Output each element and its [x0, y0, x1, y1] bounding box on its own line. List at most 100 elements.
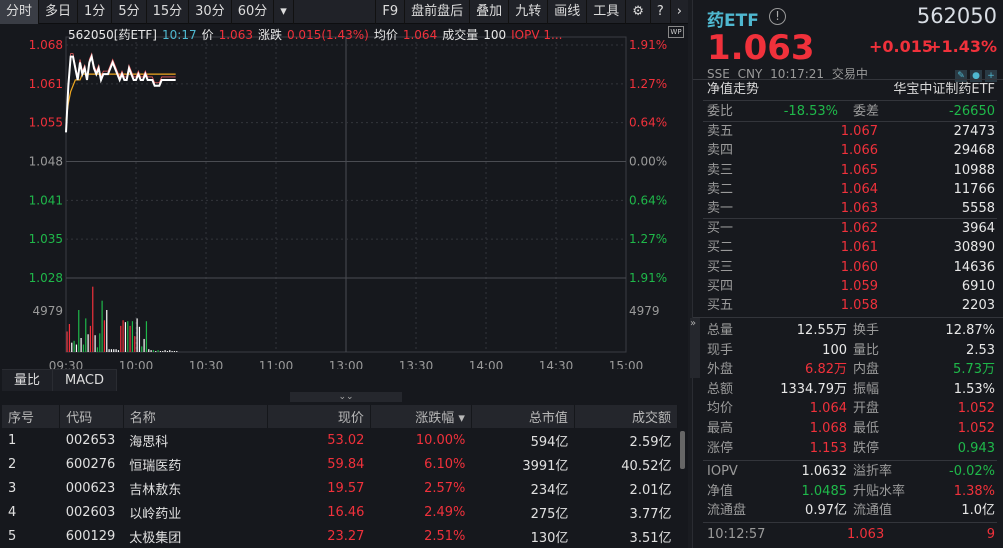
change-pct-cell: 6.10% — [424, 456, 466, 472]
stat-value: 6.82万 — [805, 362, 847, 378]
column-header[interactable]: 成交额 — [574, 405, 679, 428]
period-tab[interactable]: 15分 — [147, 0, 190, 24]
tool-button[interactable]: 九转 — [508, 0, 547, 24]
table-row[interactable]: 3 000623 吉林敖东 19.57 2.57% 234亿 2.01亿 — [2, 476, 678, 500]
price-change: +0.015 — [869, 37, 934, 56]
volume-bar — [101, 300, 103, 352]
tool-button[interactable]: 盘前盘后 — [404, 0, 469, 24]
y-left-tick-label: 1.028 — [29, 271, 63, 285]
stat-value: 2.53 — [966, 342, 995, 358]
stat-value: 1.53% — [953, 381, 995, 397]
table-scrollbar[interactable] — [680, 431, 685, 469]
period-tab[interactable]: 30分 — [189, 0, 232, 24]
volume-bar — [66, 331, 68, 352]
tool-button[interactable]: 叠加 — [469, 0, 508, 24]
x-tick-label: 14:30 — [539, 359, 574, 369]
iopv-value: IOPV 1... — [511, 28, 563, 42]
stock-name-cell: 恒瑞医药 — [129, 458, 182, 474]
column-header[interactable]: 代码 — [59, 405, 124, 428]
stat-row: 现手 100 量比 2.53 — [707, 341, 995, 360]
stat-row: 净值 1.0485 升贴水率 1.38% — [707, 482, 995, 501]
collapse-toggle[interactable]: ⌄⌄ — [290, 392, 402, 402]
volume-bar — [108, 349, 110, 352]
intraday-chart[interactable]: 09:30 10:00 10:30 11:00 13:00 13:30 14:00 14:30… — [0, 24, 688, 369]
level-volume: 30890 — [953, 240, 995, 256]
volume-value: 100 — [483, 28, 507, 42]
column-header[interactable]: 序号 — [2, 405, 61, 428]
x-tick-label: 14:00 — [469, 359, 504, 369]
info-time: 10:17 — [162, 28, 197, 42]
tool-button[interactable]: 工具 — [586, 0, 625, 24]
stat-row: 均价 1.064 开盘 1.052 — [707, 399, 995, 418]
period-tab[interactable]: 多日 — [39, 0, 79, 24]
tool-button[interactable]: 画线 — [547, 0, 586, 24]
info-icon[interactable]: ! — [769, 8, 786, 25]
table-row[interactable]: 1 002653 海思科 53.02 10.00% 594亿 2.59亿 — [2, 428, 678, 452]
help-icon[interactable]: ? — [649, 0, 670, 24]
wp-icon[interactable]: WP — [668, 26, 684, 38]
level-label: 卖五 — [707, 124, 734, 139]
y-left-tick-label: 1.041 — [29, 193, 63, 207]
volume-bar — [136, 318, 138, 352]
rank-cell: 3 — [8, 480, 17, 496]
stat-row: 流通盘 0.97亿 流通值 1.0亿 — [707, 501, 995, 520]
wb-label: 委比 — [707, 104, 734, 119]
change-pct-cell: 2.57% — [424, 480, 466, 496]
volume-bar — [159, 351, 162, 352]
volume-bar — [122, 320, 124, 352]
order-book-row: 卖一 1.063 5558 — [707, 199, 995, 218]
level-label: 买二 — [707, 240, 734, 256]
nav-trend-link[interactable]: 净值走势 — [707, 80, 759, 99]
period-tab[interactable]: 1分 — [78, 0, 113, 24]
chart-panel: 分时 多日 1分 5分 15分 30分 60分 ▾ F9 盘前盘后 叠加 九转 画线 工具 ⚙? › 09:3… — [0, 0, 688, 548]
tick-price: 1.063 — [847, 527, 885, 542]
level-volume: 14636 — [953, 259, 995, 275]
change-pct-cell: 2.51% — [424, 528, 466, 544]
column-header[interactable]: 现价 — [267, 405, 371, 428]
chart-info-bar: 562050[药ETF] 10:17 价 1.063 涨跌 0.015(1.43%) 均价 1… — [68, 26, 567, 43]
last-price-cell: 16.46 — [327, 504, 365, 520]
level-price: 1.064 — [840, 181, 878, 197]
constituents-table: 序号 代码 名称 现价 涨跌幅 ▾ 总市值 成交额 1 002653 海思科 53.02 10.00%… — [2, 405, 679, 548]
stat-label: 总量 — [707, 323, 734, 338]
level-label: 卖三 — [707, 162, 734, 178]
volume-bar — [176, 351, 178, 352]
stock-code-cell: 600276 — [65, 456, 116, 472]
stat-label: 现手 — [707, 342, 734, 358]
expand-right-panel-icon[interactable]: » — [690, 318, 700, 378]
price-line — [65, 53, 176, 133]
chevron-right-icon[interactable]: › — [669, 0, 688, 24]
volume-bar — [148, 349, 150, 352]
level-volume: 27473 — [953, 124, 995, 139]
rank-cell: 2 — [8, 456, 17, 472]
level-volume: 3964 — [961, 221, 995, 236]
period-tab[interactable]: 60分 — [232, 0, 275, 24]
last-price-cell: 23.27 — [327, 528, 365, 544]
tool-button[interactable]: F9 — [375, 0, 404, 24]
table-row[interactable]: 5 600129 太极集团 23.27 2.51% 130亿 3.51亿 — [2, 524, 678, 548]
volume-bar — [68, 324, 71, 352]
gear-icon[interactable]: ⚙ — [625, 0, 650, 24]
period-tab[interactable]: 分时 — [0, 0, 40, 24]
avg-price-line — [65, 73, 176, 121]
column-header[interactable]: 涨跌幅 ▾ — [370, 405, 472, 428]
period-tab[interactable]: ▾ — [274, 0, 294, 24]
volume-bar — [73, 340, 75, 352]
tab-volume-ratio[interactable]: 量比 — [2, 370, 54, 391]
volume-bar — [127, 321, 129, 352]
order-book-row: 买五 1.058 2203 — [707, 296, 995, 315]
column-header[interactable]: 总市值 — [471, 405, 575, 428]
table-row[interactable]: 2 600276 恒瑞医药 59.84 6.10% 3991亿 40.52亿 — [2, 452, 678, 476]
table-row[interactable]: 4 002603 以岭药业 16.46 2.49% 275亿 3.77亿 — [2, 500, 678, 524]
level-volume: 6910 — [961, 278, 995, 294]
volume-bar — [124, 322, 127, 352]
last-price-cell: 59.84 — [327, 456, 365, 472]
tab-macd[interactable]: MACD — [53, 370, 117, 391]
period-tab[interactable]: 5分 — [112, 0, 147, 24]
y-left-tick-label: 1.068 — [29, 38, 63, 52]
level-price: 1.065 — [840, 162, 878, 178]
security-code: 562050[药ETF] — [68, 28, 157, 42]
column-header[interactable]: 名称 — [123, 405, 268, 428]
rank-cell: 4 — [8, 504, 17, 520]
volume-bar — [138, 326, 141, 352]
